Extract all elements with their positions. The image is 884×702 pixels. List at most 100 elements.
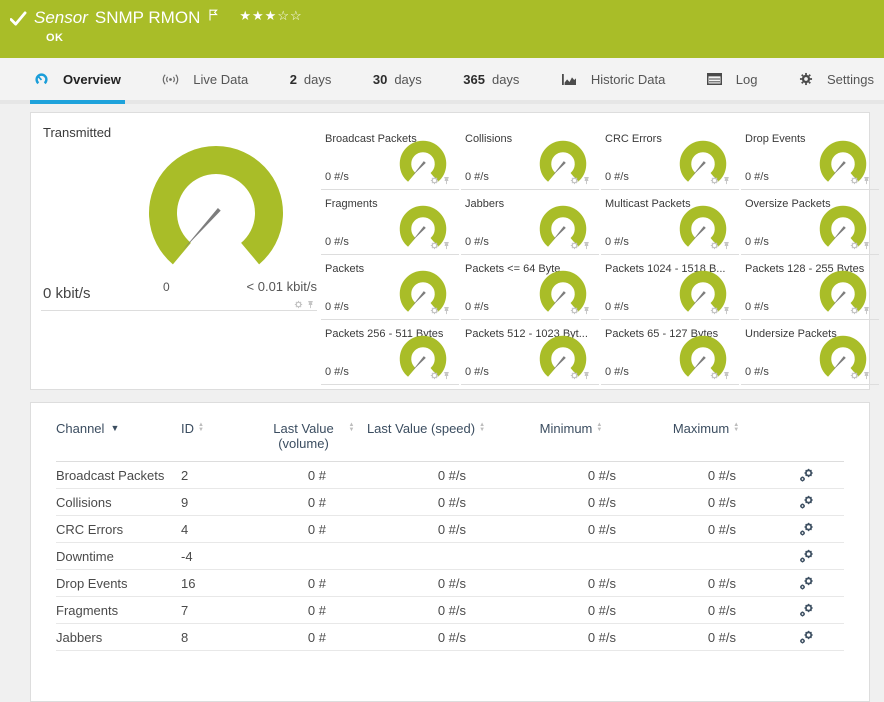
mini-gauge-value: 0 #/s <box>465 236 489 248</box>
channel-settings-gear-icon[interactable] <box>570 306 579 315</box>
mini-gauge-cell: Undersize Packets 0 #/s <box>741 320 879 385</box>
mini-gauge-value: 0 #/s <box>465 366 489 378</box>
channel-settings-gear-icon[interactable] <box>850 241 859 250</box>
edit-channel-gears-icon[interactable] <box>799 630 814 645</box>
pin-icon[interactable] <box>442 176 451 185</box>
main-gauge-value: 0 kbit/s <box>43 285 91 302</box>
pin-icon[interactable] <box>582 176 591 185</box>
pin-icon[interactable] <box>722 371 731 380</box>
tab-overview[interactable]: Overview <box>30 58 125 104</box>
mini-gauge-cell: Packets 0 #/s <box>321 255 459 320</box>
channel-name: Collisions <box>56 494 112 510</box>
mini-gauge-value: 0 #/s <box>745 366 769 378</box>
edit-channel-gears-icon[interactable] <box>799 468 814 483</box>
edit-channel-gears-icon[interactable] <box>799 603 814 618</box>
pin-icon[interactable] <box>306 300 315 309</box>
channel-id: 2 <box>181 467 189 483</box>
tab-2-days[interactable]: 2 days <box>286 58 336 100</box>
channel-settings-gear-icon[interactable] <box>570 371 579 380</box>
channel-settings-gear-icon[interactable] <box>430 176 439 185</box>
table-row: Broadcast Packets 2 0 # 0 #/s 0 #/s 0 #/… <box>56 462 844 489</box>
channel-settings-gear-icon[interactable] <box>850 176 859 185</box>
pin-icon[interactable] <box>862 306 871 315</box>
maximum-value: 0 #/s <box>707 575 736 591</box>
status-badge: OK <box>46 32 64 44</box>
column-header-minimum[interactable]: Minimum ▲ ▼ <box>496 421 646 436</box>
pin-icon[interactable] <box>722 176 731 185</box>
mini-gauge-cell: Multicast Packets 0 #/s <box>601 190 739 255</box>
channel-settings-gear-icon[interactable] <box>430 306 439 315</box>
pin-icon[interactable] <box>582 371 591 380</box>
mini-gauge-value: 0 #/s <box>325 366 349 378</box>
pin-icon[interactable] <box>582 241 591 250</box>
mini-gauge-title: Packets <box>325 263 365 275</box>
tab-365-days[interactable]: 365 days <box>459 58 523 100</box>
tab-historic-data[interactable]: Historic Data <box>557 58 669 100</box>
channel-table-panel: Channel ▼ ID ▲ ▼ Last Value (volume) ▲ ▼ L… <box>30 402 870 702</box>
pin-icon[interactable] <box>862 176 871 185</box>
channel-settings-gear-icon[interactable] <box>710 306 719 315</box>
pin-icon[interactable] <box>862 241 871 250</box>
channel-settings-gear-icon[interactable] <box>850 306 859 315</box>
channel-settings-gear-icon[interactable] <box>850 371 859 380</box>
table-row: Downtime -4 <box>56 543 844 570</box>
maximum-value: 0 #/s <box>707 467 736 483</box>
mini-gauge-cell: Fragments 0 #/s <box>321 190 459 255</box>
column-header-last-value-speed[interactable]: Last Value (speed) ▲ ▼ <box>356 421 496 436</box>
channel-settings-gear-icon[interactable] <box>570 241 579 250</box>
edit-channel-gears-icon[interactable] <box>799 576 814 591</box>
pin-icon[interactable] <box>442 306 451 315</box>
mini-gauge-value: 0 #/s <box>745 236 769 248</box>
last-value-speed: 0 #/s <box>437 467 466 483</box>
mini-gauge-title: Jabbers <box>465 198 505 210</box>
channel-name: Broadcast Packets <box>56 467 165 483</box>
column-header-id[interactable]: ID ▲ ▼ <box>181 421 261 436</box>
tab-log[interactable]: Log <box>703 58 762 100</box>
main-gauge-scale-min: 0 <box>163 280 170 294</box>
channel-settings-gear-icon[interactable] <box>710 371 719 380</box>
edit-channel-gears-icon[interactable] <box>799 522 814 537</box>
channel-id: 7 <box>181 602 189 618</box>
mini-gauge-cell: Packets 1024 - 1518 B... 0 #/s <box>601 255 739 320</box>
channel-settings-gear-icon[interactable] <box>294 300 303 309</box>
priority-stars[interactable]: ★★★☆☆ <box>239 8 302 24</box>
mini-gauge-cell: Packets 65 - 127 Bytes 0 #/s <box>601 320 739 385</box>
tab-live-data[interactable]: Live Data <box>158 58 252 100</box>
pin-icon[interactable] <box>722 306 731 315</box>
flag-icon[interactable] <box>209 9 219 21</box>
channel-settings-gear-icon[interactable] <box>570 176 579 185</box>
column-header-maximum[interactable]: Maximum ▲ ▼ <box>646 421 766 436</box>
last-value-volume: 0 # <box>307 602 326 618</box>
main-gauge-title: Transmitted <box>43 125 112 140</box>
sensor-header: Sensor SNMP RMON ★★★☆☆ OK <box>0 0 884 58</box>
mini-gauge-value: 0 #/s <box>605 301 629 313</box>
channel-settings-gear-icon[interactable] <box>430 371 439 380</box>
column-header-last-value-volume[interactable]: Last Value (volume) ▲ ▼ <box>261 421 356 451</box>
sort-icon: ▲ ▼ <box>479 422 486 433</box>
mini-gauge-title: Collisions <box>465 133 513 145</box>
table-row: CRC Errors 4 0 # 0 #/s 0 #/s 0 #/s <box>56 516 844 543</box>
channel-name: Drop Events <box>56 575 128 591</box>
tab-settings[interactable]: Settings <box>795 58 878 100</box>
pin-icon[interactable] <box>442 241 451 250</box>
gauges-panel: Transmitted 0 kbit/s 0 < 0.01 kbit/s Bro… <box>30 112 879 390</box>
channel-settings-gear-icon[interactable] <box>710 176 719 185</box>
pin-icon[interactable] <box>722 241 731 250</box>
mini-gauge-cell: Oversize Packets 0 #/s <box>741 190 879 255</box>
mini-gauge-title: CRC Errors <box>605 133 662 145</box>
column-header-channel[interactable]: Channel ▼ <box>56 421 181 436</box>
mini-gauge-cell: Packets <= 64 Byte 0 #/s <box>461 255 599 320</box>
pin-icon[interactable] <box>862 371 871 380</box>
mini-gauge-value: 0 #/s <box>745 301 769 313</box>
pin-icon[interactable] <box>442 371 451 380</box>
tab-30-days[interactable]: 30 days <box>369 58 426 100</box>
mini-gauge-value: 0 #/s <box>465 301 489 313</box>
channel-settings-gear-icon[interactable] <box>710 241 719 250</box>
channel-id: 8 <box>181 629 189 645</box>
channel-settings-gear-icon[interactable] <box>430 241 439 250</box>
mini-gauge-cell: Packets 256 - 511 Bytes 0 #/s <box>321 320 459 385</box>
minimum-value: 0 #/s <box>587 602 616 618</box>
pin-icon[interactable] <box>582 306 591 315</box>
edit-channel-gears-icon[interactable] <box>799 495 814 510</box>
edit-channel-gears-icon[interactable] <box>799 549 814 564</box>
